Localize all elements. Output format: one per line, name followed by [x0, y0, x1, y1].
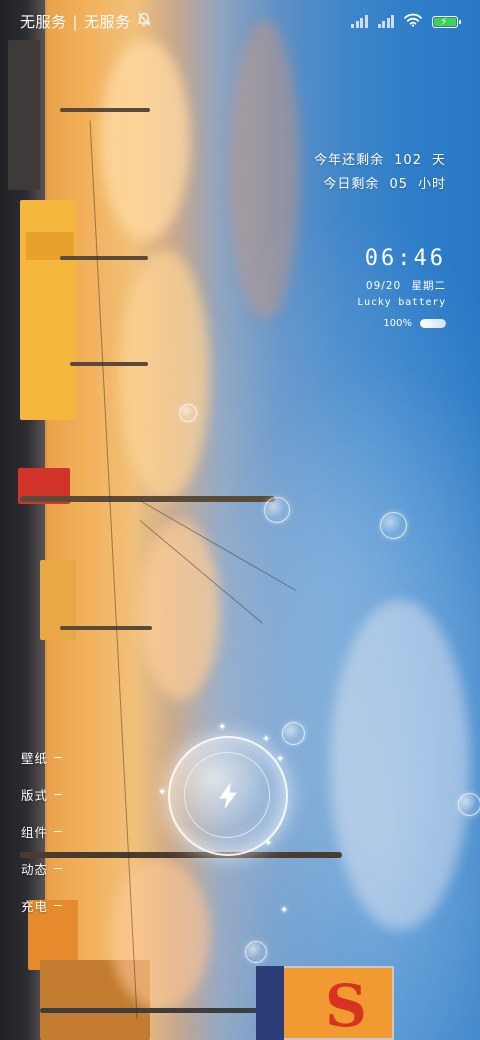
menu-item-label: 版式	[21, 788, 49, 803]
utility-pole	[60, 626, 152, 630]
sparkle-icon: ✦	[280, 905, 289, 916]
menu-item-label: 壁纸	[21, 751, 49, 766]
widget-battery: 100%	[383, 318, 446, 329]
signal-1-icon	[351, 15, 368, 28]
menu-item-label: 组件	[21, 825, 49, 840]
year-countdown-value: 102	[394, 153, 422, 168]
carrier-separator: |	[72, 12, 79, 31]
sign-side-panel	[256, 966, 284, 1040]
dash-icon	[54, 793, 63, 796]
clock-time: 06:46	[364, 246, 446, 271]
menu-item-label: 动态	[21, 862, 49, 877]
date-value: 09/20	[365, 280, 402, 292]
utility-pole	[60, 108, 150, 112]
battery-progress-bar	[420, 319, 446, 328]
cloud	[120, 250, 210, 500]
carrier-label: 无服务	[20, 13, 67, 31]
utility-pole	[40, 1008, 265, 1013]
dash-icon	[54, 830, 63, 833]
bubble	[245, 941, 267, 963]
cloud	[140, 520, 220, 700]
menu-item-label: 充电	[21, 899, 49, 914]
dash-icon	[54, 756, 63, 759]
day-countdown: 今日剩余 05 小时	[323, 173, 446, 192]
sparkle-icon: ✦	[276, 754, 285, 765]
menu-item-charging[interactable]: 充电	[21, 896, 63, 915]
building	[8, 40, 40, 190]
cloud	[110, 860, 210, 1010]
sparkle-icon: ✦	[218, 722, 227, 733]
dash-icon	[54, 904, 63, 907]
lightning-bolt-icon	[170, 738, 286, 854]
bell-off-icon	[137, 12, 151, 31]
widget-label: Lucky battery	[357, 297, 446, 308]
battery-progress-fill	[420, 319, 446, 328]
sparkle-icon: ✦	[158, 787, 167, 798]
year-countdown-prefix: 今年还剩余	[314, 153, 385, 168]
menu-item-dynamic[interactable]: 动态	[21, 859, 63, 878]
wifi-icon	[404, 12, 422, 31]
sparkle-icon: ✦	[264, 838, 273, 849]
day-countdown-value: 05	[389, 177, 408, 192]
signal-2-icon	[377, 15, 394, 28]
utility-pole	[60, 256, 148, 260]
dash-icon	[54, 867, 63, 870]
year-countdown: 今年还剩余 102 天	[314, 149, 446, 168]
charging-bolt-icon: ⚡	[440, 14, 448, 28]
suzuki-logo: S	[325, 972, 367, 1040]
weekday-value: 星期二	[411, 280, 446, 292]
status-bar-right: ⚡	[351, 12, 461, 31]
day-countdown-prefix: 今日剩余	[323, 177, 380, 192]
side-menu: 壁纸 版式 组件 动态 充电	[21, 748, 63, 915]
utility-pole	[20, 496, 275, 502]
year-countdown-unit: 天	[431, 153, 446, 168]
carrier-label: 无服务	[84, 13, 131, 31]
menu-item-layout[interactable]: 版式	[21, 785, 63, 804]
battery-percent-text: 100%	[383, 318, 412, 329]
clock-date: 09/20 星期二	[366, 278, 446, 293]
battery-charging-icon: ⚡	[432, 14, 461, 28]
cloud	[100, 40, 190, 240]
menu-item-widgets[interactable]: 组件	[21, 822, 63, 841]
status-bar-left: 无服务 | 无服务	[20, 11, 151, 32]
bubble	[179, 404, 197, 422]
utility-pole	[70, 362, 148, 366]
bubble	[264, 497, 290, 523]
day-countdown-unit: 小时	[417, 177, 446, 192]
bubble	[458, 793, 480, 816]
cloud	[230, 20, 300, 320]
bubble	[380, 512, 407, 539]
cloud	[330, 600, 470, 930]
menu-item-wallpaper[interactable]: 壁纸	[21, 748, 63, 767]
sparkle-icon: ✦	[262, 734, 271, 745]
